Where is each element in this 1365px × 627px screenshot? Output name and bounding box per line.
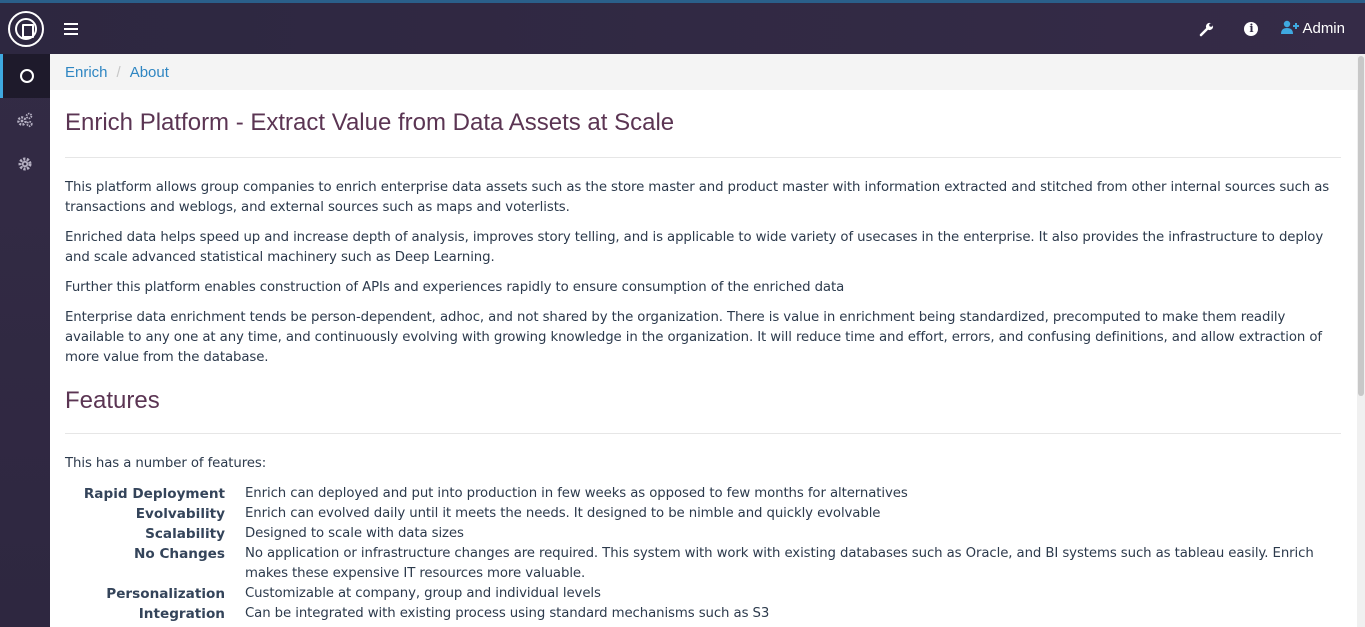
sidebar-item-cogs[interactable] (0, 98, 50, 142)
apis-paragraph: Further this platform enables constructi… (65, 280, 845, 295)
feature-item: Personalization Customizable at company,… (65, 584, 1341, 604)
enrichment-value-paragraph: Enterprise data enrichment tends be pers… (65, 310, 1322, 365)
gear-icon (18, 157, 32, 171)
feature-term: Scalability (145, 526, 225, 542)
breadcrumb-about-link[interactable]: About (130, 64, 169, 81)
user-add-icon (1281, 20, 1300, 38)
logo-icon[interactable] (8, 11, 44, 47)
enriched-paragraph: Enriched data helps speed up and increas… (65, 230, 1324, 265)
feature-description: Can be integrated with existing process … (245, 606, 770, 621)
feature-term: Integration (138, 606, 225, 622)
breadcrumb: Enrich / About (50, 54, 1365, 90)
feature-item: Integration Can be integrated with exist… (65, 604, 1341, 624)
info-icon[interactable]: i (1229, 3, 1273, 54)
feature-description: Designed to scale with data sizes (245, 526, 464, 541)
feature-term: No Changes (134, 546, 225, 562)
top-actions: i Admin (1185, 3, 1345, 54)
features-heading: Features (65, 387, 160, 414)
top-navbar: i Admin (0, 3, 1365, 54)
feature-term: Personalization (106, 586, 225, 602)
feature-description: Enrich can evolved daily until it meets … (245, 506, 881, 521)
feature-item: Evolvability Enrich can evolved daily un… (65, 504, 1341, 524)
admin-label: Admin (1302, 20, 1345, 37)
breadcrumb-separator: / (116, 63, 121, 81)
feature-description: Enrich can deployed and put into product… (245, 486, 908, 501)
features-intro: This has a number of features: (65, 456, 267, 471)
cogs-icon (17, 112, 33, 128)
sidebar (0, 54, 50, 627)
wrench-icon[interactable] (1185, 3, 1229, 54)
feature-item: No Changes No application or infrastruct… (65, 544, 1341, 584)
sidebar-item-settings[interactable] (0, 142, 50, 186)
hamburger-menu-icon[interactable] (64, 23, 78, 35)
scrollbar-thumb[interactable] (1358, 56, 1364, 396)
title-divider (65, 157, 1341, 158)
features-divider (65, 433, 1341, 434)
sidebar-item-home[interactable] (0, 54, 50, 98)
feature-description: Customizable at company, group and indiv… (245, 586, 601, 601)
page-scrollbar[interactable] (1357, 54, 1365, 627)
main-content: Enrich Platform - Extract Value from Dat… (65, 100, 1341, 624)
feature-description: No application or infrastructure changes… (245, 546, 1314, 581)
circle-icon (19, 69, 34, 83)
page-title: Enrich Platform - Extract Value from Dat… (65, 109, 675, 136)
admin-menu[interactable]: Admin (1273, 20, 1345, 38)
intro-paragraph: This platform allows group companies to … (65, 180, 1330, 215)
breadcrumb-enrich-link[interactable]: Enrich (65, 64, 108, 81)
features-list: Rapid Deployment Enrich can deployed and… (65, 484, 1341, 624)
feature-item: Rapid Deployment Enrich can deployed and… (65, 484, 1341, 504)
feature-item: Scalability Designed to scale with data … (65, 524, 1341, 544)
feature-term: Rapid Deployment (83, 486, 225, 502)
feature-term: Evolvability (135, 506, 225, 522)
